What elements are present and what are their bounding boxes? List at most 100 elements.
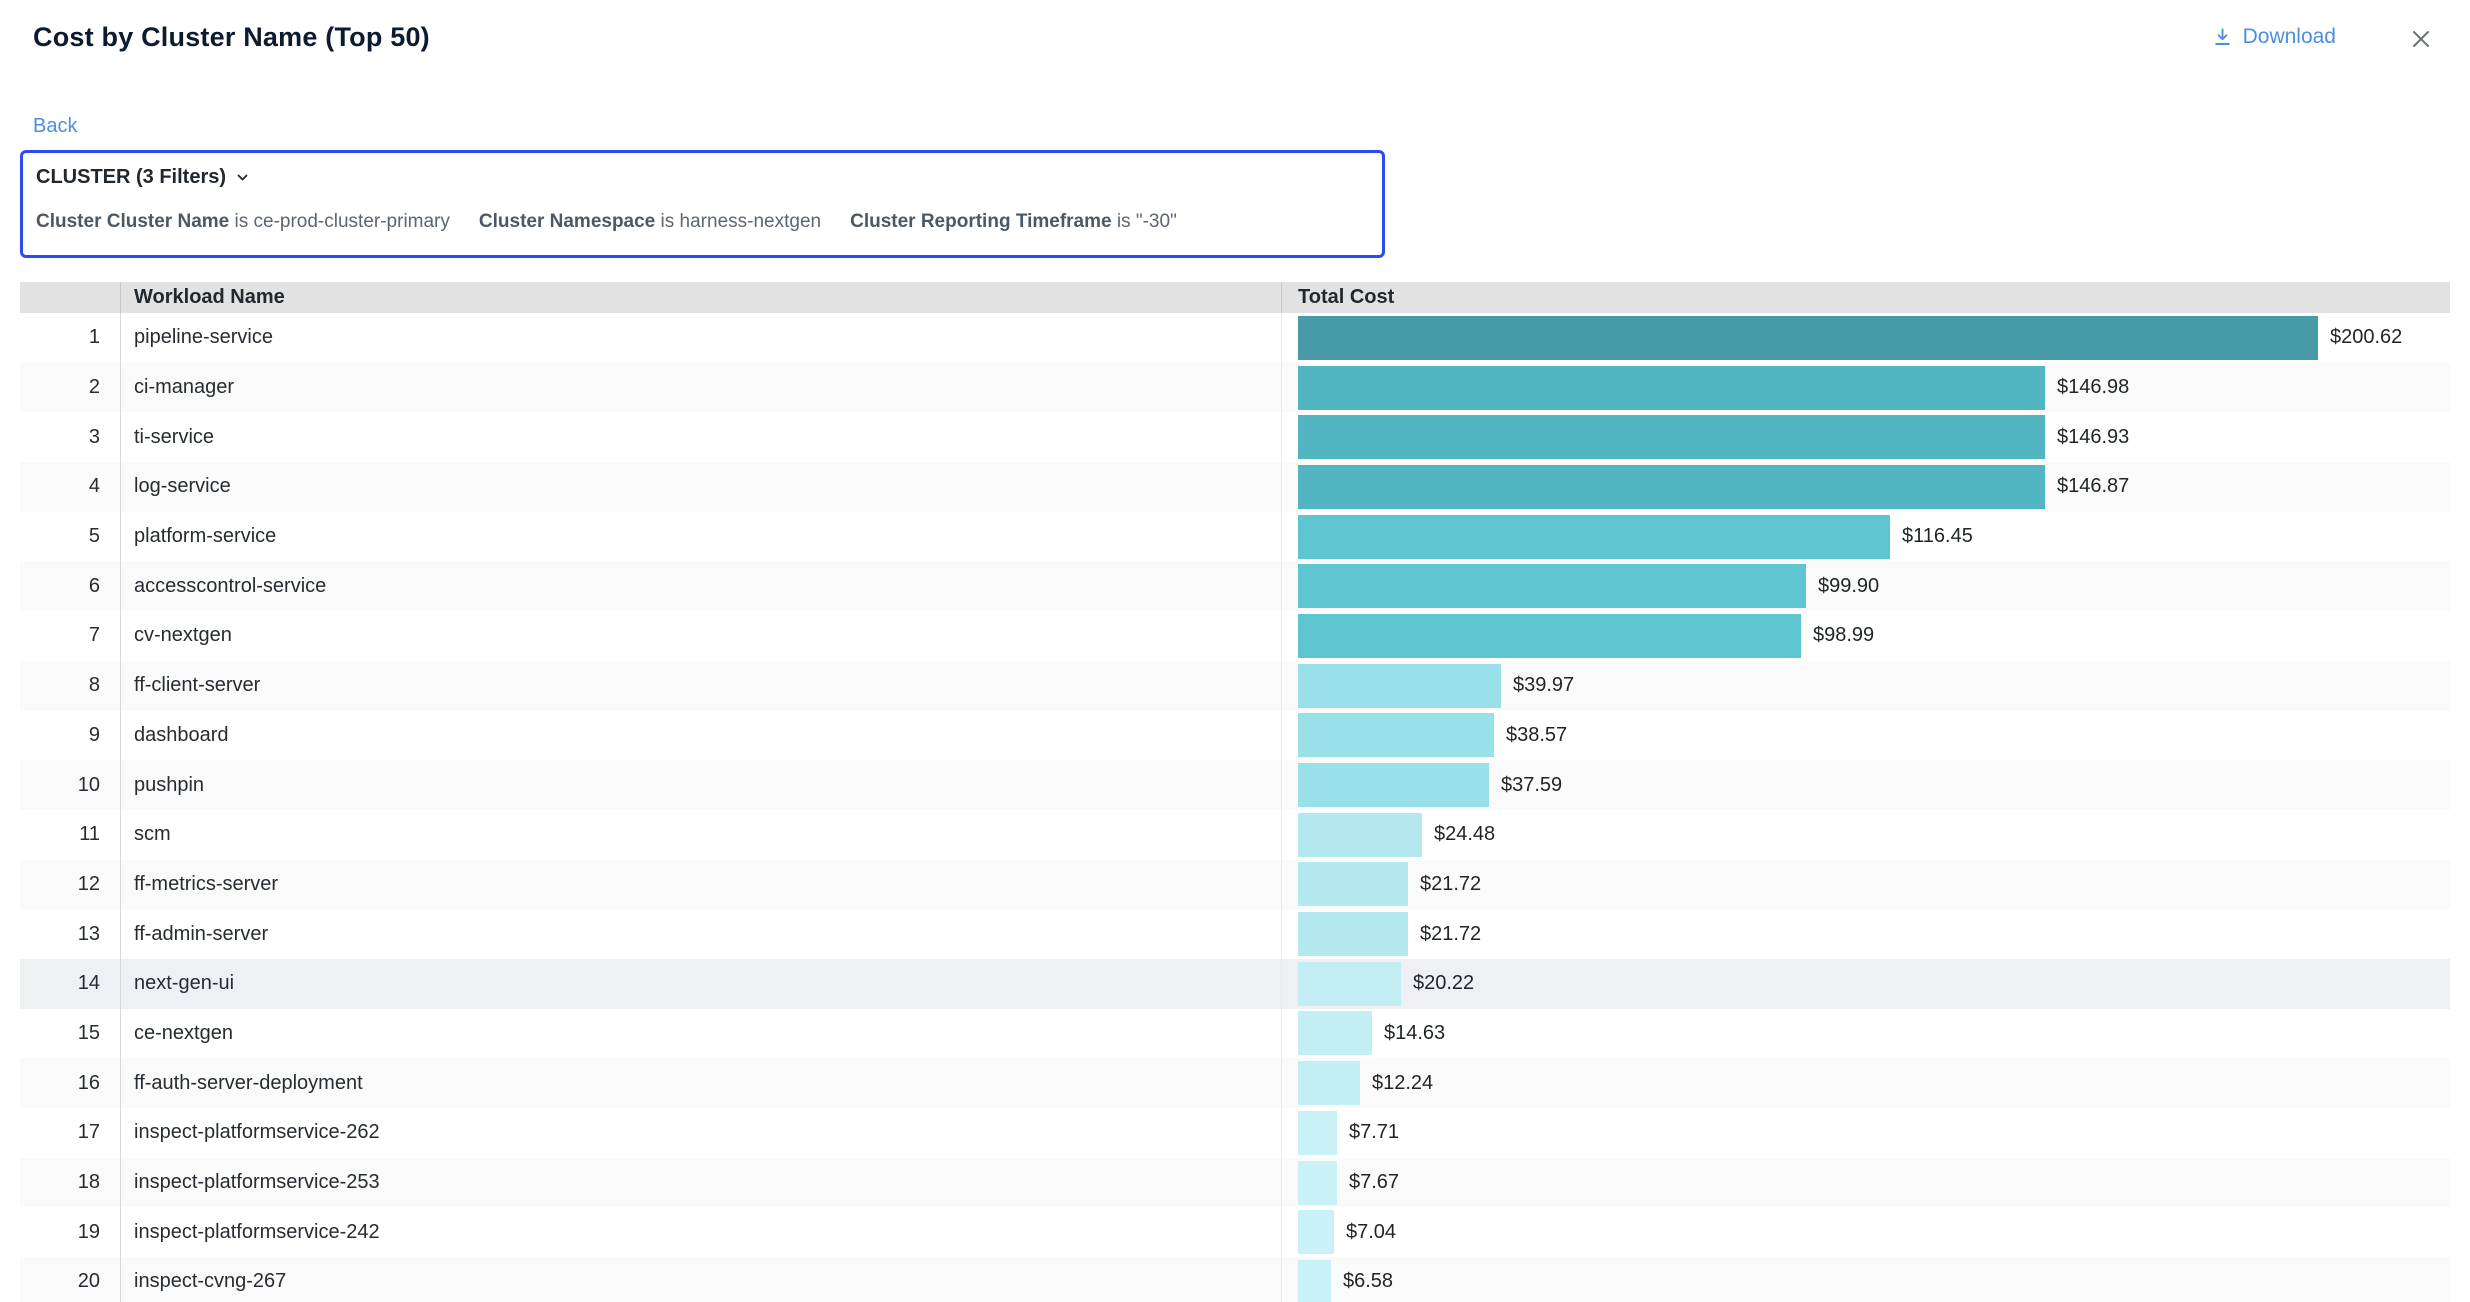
row-cost-label: $14.63 (1384, 1022, 1445, 1045)
row-workload-name: pipeline-service (120, 313, 1281, 363)
filter-field: Cluster Namespace (479, 211, 655, 232)
cost-bar (1298, 763, 1489, 807)
cost-bar (1298, 515, 1890, 559)
row-rank: 5 (20, 512, 120, 562)
row-rank: 12 (20, 860, 120, 910)
cost-bar (1298, 862, 1408, 906)
row-cost-label: $7.04 (1346, 1221, 1396, 1244)
row-cost-label: $37.59 (1501, 774, 1562, 797)
row-cost-label: $7.67 (1349, 1171, 1399, 1194)
table-row[interactable]: 6 accesscontrol-service $99.90 (20, 561, 2450, 611)
row-rank: 17 (20, 1108, 120, 1158)
row-workload-name: ff-client-server (120, 661, 1281, 711)
filter-condition: is harness-nextgen (655, 211, 821, 232)
row-workload-name: scm (120, 810, 1281, 860)
row-cost-label: $21.72 (1420, 923, 1481, 946)
cost-bar (1298, 366, 2045, 410)
row-workload-name: ci-manager (120, 363, 1281, 413)
row-rank: 1 (20, 313, 120, 363)
row-workload-name: inspect-platformservice-242 (120, 1207, 1281, 1257)
row-cost-label: $21.72 (1420, 873, 1481, 896)
back-link[interactable]: Back (33, 115, 77, 138)
table-row[interactable]: 7 cv-nextgen $98.99 (20, 611, 2450, 661)
row-workload-name: cv-nextgen (120, 611, 1281, 661)
row-rank: 13 (20, 909, 120, 959)
table-row[interactable]: 10 pushpin $37.59 (20, 760, 2450, 810)
page-title: Cost by Cluster Name (Top 50) (33, 22, 430, 53)
cost-bar (1298, 962, 1401, 1006)
table-row[interactable]: 9 dashboard $38.57 (20, 711, 2450, 761)
row-rank: 14 (20, 959, 120, 1009)
row-workload-name: accesscontrol-service (120, 561, 1281, 611)
cost-bar (1298, 912, 1408, 956)
filter-item: Cluster Reporting Timeframe is "-30" (850, 210, 1177, 234)
row-workload-name: ce-nextgen (120, 1009, 1281, 1059)
close-button[interactable] (2410, 24, 2442, 50)
row-cost-label: $12.24 (1372, 1072, 1433, 1095)
cost-bar (1298, 713, 1494, 757)
filter-list: Cluster Cluster Name is ce-prod-cluster-… (36, 210, 1366, 234)
row-cost-label: $7.71 (1349, 1121, 1399, 1144)
row-workload-name: inspect-cvng-267 (120, 1257, 1281, 1302)
row-workload-name: log-service (120, 462, 1281, 512)
download-button[interactable]: Download (2212, 25, 2336, 49)
table-row[interactable]: 11 scm $24.48 (20, 810, 2450, 860)
row-rank: 11 (20, 810, 120, 860)
filter-group-toggle[interactable]: CLUSTER (3 Filters) (36, 166, 250, 189)
row-rank: 7 (20, 611, 120, 661)
table-row[interactable]: 18 inspect-platformservice-253 $7.67 (20, 1158, 2450, 1208)
row-rank: 6 (20, 561, 120, 611)
table-row[interactable]: 14 next-gen-ui $20.22 (20, 959, 2450, 1009)
row-cost-label: $99.90 (1818, 575, 1879, 598)
row-cost-label: $24.48 (1434, 823, 1495, 846)
filter-condition: is ce-prod-cluster-primary (229, 211, 450, 232)
row-workload-name: inspect-platformservice-262 (120, 1108, 1281, 1158)
row-rank: 20 (20, 1257, 120, 1302)
filter-field: Cluster Cluster Name (36, 211, 229, 232)
row-cost-label: $116.45 (1902, 525, 1973, 548)
table-body: 1 pipeline-service $200.62 2 ci-manager … (20, 313, 2450, 1302)
cost-bar (1298, 465, 2045, 509)
row-workload-name: ff-admin-server (120, 909, 1281, 959)
row-cost-label: $146.87 (2057, 475, 2129, 498)
cost-bar (1298, 415, 2045, 459)
table-row[interactable]: 17 inspect-platformservice-262 $7.71 (20, 1108, 2450, 1158)
table-row[interactable]: 13 ff-admin-server $21.72 (20, 909, 2450, 959)
row-rank: 9 (20, 711, 120, 761)
row-workload-name: pushpin (120, 760, 1281, 810)
cost-bar (1298, 1061, 1360, 1105)
download-label: Download (2243, 25, 2336, 49)
table-row[interactable]: 1 pipeline-service $200.62 (20, 313, 2450, 363)
table-row[interactable]: 4 log-service $146.87 (20, 462, 2450, 512)
row-cost-label: $146.98 (2057, 376, 2129, 399)
table-row[interactable]: 3 ti-service $146.93 (20, 412, 2450, 462)
row-cost-label: $146.93 (2057, 426, 2129, 449)
row-rank: 2 (20, 363, 120, 413)
table-row[interactable]: 16 ff-auth-server-deployment $12.24 (20, 1058, 2450, 1108)
filter-field: Cluster Reporting Timeframe (850, 211, 1111, 232)
row-workload-name: inspect-platformservice-253 (120, 1158, 1281, 1208)
row-cost-label: $6.58 (1343, 1270, 1393, 1293)
row-cost-label: $98.99 (1813, 624, 1874, 647)
row-cost-label: $200.62 (2330, 326, 2402, 349)
row-workload-name: ti-service (120, 412, 1281, 462)
filter-panel: CLUSTER (3 Filters) Cluster Cluster Name… (20, 150, 1385, 258)
row-rank: 4 (20, 462, 120, 512)
filter-item: Cluster Cluster Name is ce-prod-cluster-… (36, 210, 450, 234)
table-row[interactable]: 19 inspect-platformservice-242 $7.04 (20, 1207, 2450, 1257)
row-rank: 19 (20, 1207, 120, 1257)
table-row[interactable]: 12 ff-metrics-server $21.72 (20, 860, 2450, 910)
table-row[interactable]: 2 ci-manager $146.98 (20, 363, 2450, 413)
table-row[interactable]: 15 ce-nextgen $14.63 (20, 1009, 2450, 1059)
header-workload: Workload Name (120, 282, 1281, 313)
table-row[interactable]: 20 inspect-cvng-267 $6.58 (20, 1257, 2450, 1302)
cost-bar (1298, 564, 1806, 608)
table-row[interactable]: 8 ff-client-server $39.97 (20, 661, 2450, 711)
row-workload-name: platform-service (120, 512, 1281, 562)
cost-bar (1298, 664, 1501, 708)
cost-bar (1298, 1260, 1331, 1302)
cost-bar (1298, 1111, 1337, 1155)
row-rank: 3 (20, 412, 120, 462)
table-row[interactable]: 5 platform-service $116.45 (20, 512, 2450, 562)
header-cost: Total Cost (1281, 282, 2450, 313)
